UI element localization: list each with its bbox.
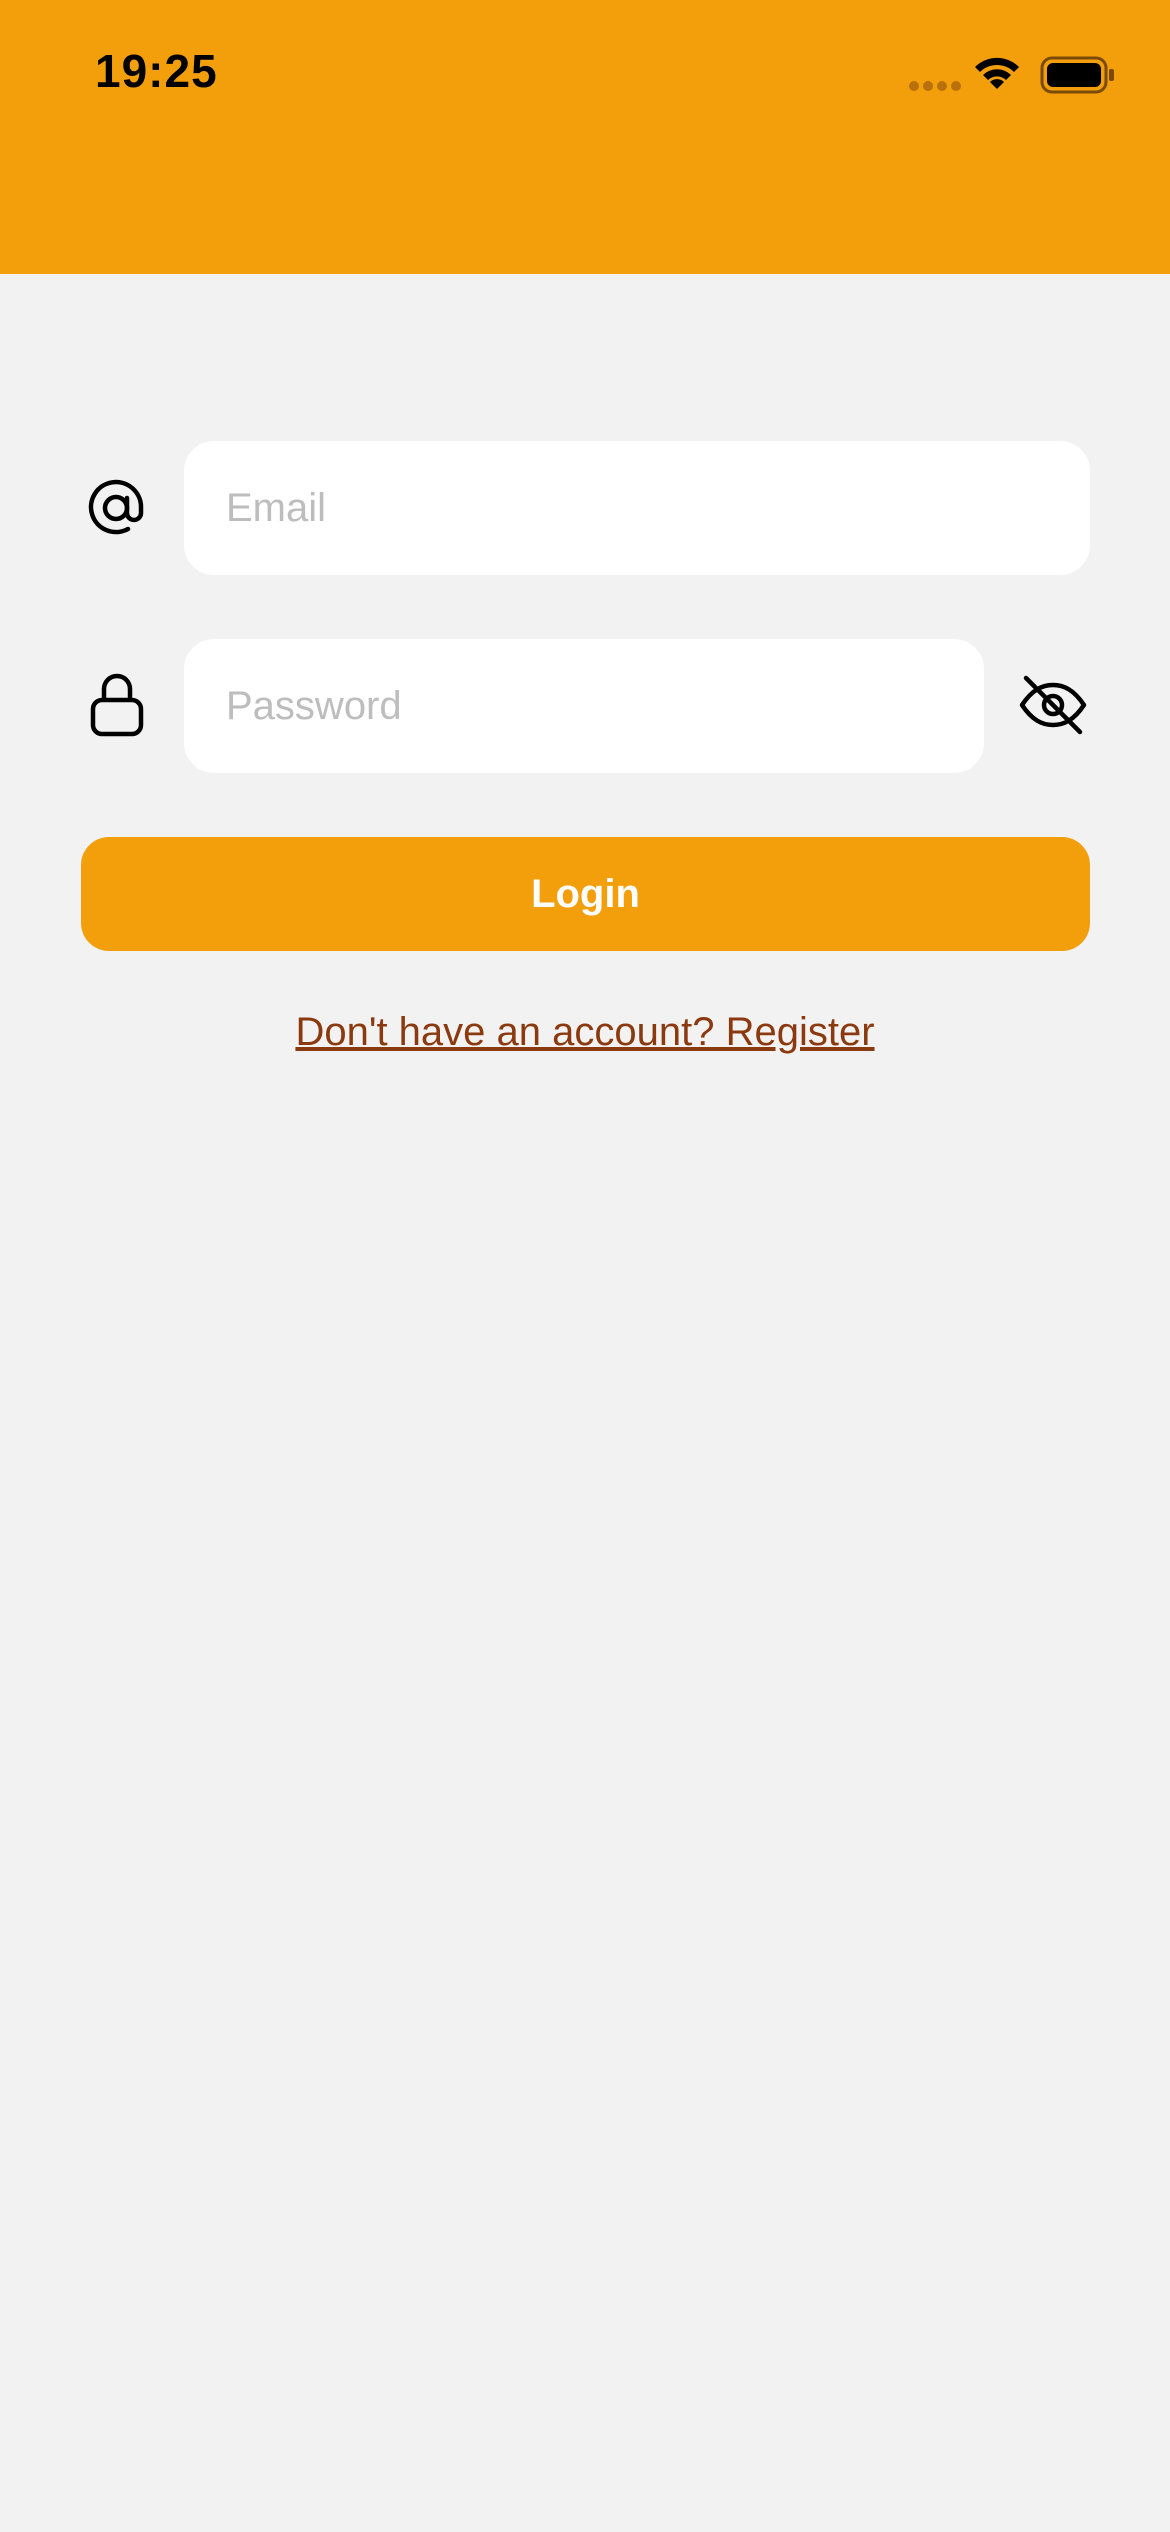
eye-off-icon[interactable] [1018,674,1088,736]
signal-icon [909,81,961,91]
email-placeholder: Email [226,485,327,530]
register-link[interactable]: Don't have an account? Register [0,1010,1170,1055]
email-field[interactable]: Email [184,441,1090,575]
login-button-label: Login [531,871,640,916]
app-header [0,0,1170,274]
login-button[interactable]: Login [81,837,1090,951]
lock-icon [90,673,144,737]
at-icon [88,479,144,535]
password-field[interactable]: Password [184,639,984,773]
battery-icon [1040,56,1114,94]
status-time: 19:25 [95,45,218,97]
password-placeholder: Password [226,683,402,728]
wifi-icon [975,57,1019,89]
